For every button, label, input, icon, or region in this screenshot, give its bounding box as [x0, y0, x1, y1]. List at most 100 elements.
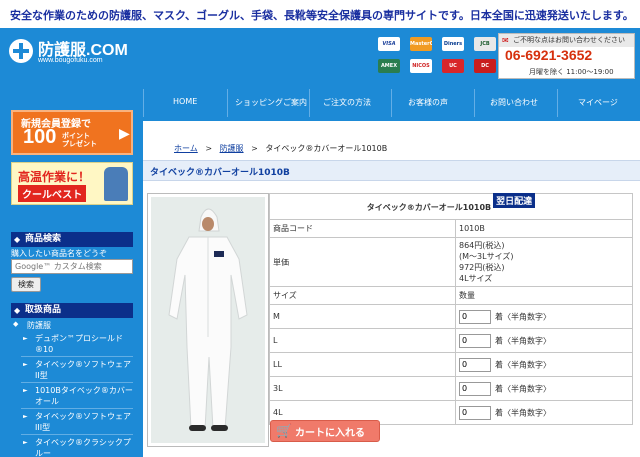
- size-header: サイズ: [269, 286, 456, 305]
- sidebar-item-proshield[interactable]: デュポン™プロシールド®10: [21, 333, 133, 357]
- qty-cell: 着〈半角数字〉: [455, 328, 633, 353]
- table-row: LL 着〈半角数字〉: [269, 352, 633, 377]
- contact-heading: ご不明な点はお問い合わせください: [499, 34, 634, 47]
- cool-banner-line2: クールベスト: [18, 185, 87, 202]
- breadcrumb-separator-icon: >: [205, 144, 213, 153]
- nav-mypage[interactable]: マイページ: [578, 97, 618, 108]
- site-header: 防護服.COM www.bougofuku.com VISA MasterCar…: [0, 28, 640, 85]
- quantity-input-3l[interactable]: [459, 381, 491, 396]
- sidebar-item-softwear-3[interactable]: タイベック®ソフトウェアIII型: [21, 411, 133, 435]
- member-banner-points: 100: [23, 126, 57, 148]
- table-row: 商品コード 1010B: [269, 219, 633, 238]
- nav-shopping-guide[interactable]: ショッピングご案内: [235, 97, 307, 108]
- search-heading: 商品検索: [11, 232, 133, 247]
- nicos-card-icon: NICOS: [410, 59, 432, 73]
- price-line: 864円(税込): [459, 241, 505, 250]
- nav-divider: [474, 89, 475, 117]
- product-photo-background: [151, 197, 265, 443]
- amex-card-icon: AMEX: [378, 59, 400, 73]
- nav-divider: [391, 89, 392, 117]
- product-code-label: 商品コード: [269, 219, 456, 238]
- play-arrow-icon: ▶: [119, 126, 130, 142]
- size-label: L: [269, 328, 456, 353]
- breadcrumb-category[interactable]: 防護服: [220, 144, 244, 153]
- product-table: タイベック®カバーオール1010B翌日配達 商品コード 1010B 単価 864…: [269, 193, 633, 425]
- qty-cell: 着〈半角数字〉: [455, 400, 633, 425]
- nav-divider: [143, 89, 144, 117]
- table-row: L 着〈半角数字〉: [269, 328, 633, 353]
- unit-note: 着〈半角数字〉: [495, 408, 551, 417]
- sidebar-item-softwear-2[interactable]: タイベック®ソフトウェアII型: [21, 359, 133, 383]
- products-heading: 取扱商品: [11, 303, 133, 318]
- payment-methods: VISA MasterCard Diners JCB AMEX NICOS UC…: [378, 37, 498, 79]
- contact-phone[interactable]: 06-6921-3652: [505, 47, 592, 63]
- size-label: M: [269, 304, 456, 329]
- breadcrumb: ホーム > 防護服 > タイベック®カバーオール1010B: [174, 143, 387, 154]
- unit-note: 着〈半角数字〉: [495, 336, 551, 345]
- add-to-cart-button[interactable]: 🛒 カートに入れる: [270, 420, 380, 442]
- coverall-worker-image: [168, 208, 248, 431]
- quantity-input-4l[interactable]: [459, 405, 491, 420]
- contact-box: ご不明な点はお問い合わせください 06-6921-3652 月曜を除く 11:0…: [498, 33, 635, 79]
- category-protective-suit[interactable]: 防護服: [11, 320, 51, 331]
- unit-note: 着〈半角数字〉: [495, 384, 551, 393]
- left-sidebar: 新規会員登録で 100 ポイント プレゼント ▶ 高温作業に！ クールベスト 商…: [0, 85, 143, 457]
- mastercard-icon: MasterCard: [410, 37, 432, 51]
- quantity-input-l[interactable]: [459, 333, 491, 348]
- cool-banner-line1: 高温作業に！: [18, 170, 91, 184]
- logo-cross-icon[interactable]: [9, 39, 33, 63]
- announcement-bar: 安全な作業のための防護服、マスク、ゴーグル、手袋、長靴等安全保護具の専門サイトで…: [0, 0, 640, 28]
- breadcrumb-separator-icon: >: [251, 144, 258, 153]
- size-label: 3L: [269, 376, 456, 401]
- breadcrumb-home[interactable]: ホーム: [174, 144, 198, 153]
- jcb-card-icon: JCB: [474, 37, 496, 51]
- sidebar-item-classic-plus[interactable]: タイベック®クラシックプ ルー: [21, 437, 133, 457]
- qty-header: 数量: [455, 286, 633, 305]
- price-cell: 864円(税込) (M～3Lサイズ) 972円(税込) 4Lサイズ: [455, 237, 633, 287]
- page-title: タイベック®カバーオール1010B: [150, 168, 290, 178]
- page-title-bar: タイベック®カバーオール1010B: [143, 160, 640, 181]
- main-nav: HOME ショッピングご案内 ご注文の方法 お客様の声 お問い合わせ マイページ: [143, 85, 640, 121]
- table-row: 単価 864円(税込) (M～3Lサイズ) 972円(税込) 4Lサイズ: [269, 237, 633, 287]
- price-line: 4Lサイズ: [459, 274, 493, 283]
- qty-cell: 着〈半角数字〉: [455, 304, 633, 329]
- qty-cell: 着〈半角数字〉: [455, 376, 633, 401]
- uc-card-icon: UC: [442, 59, 464, 73]
- visa-card-icon: VISA: [378, 37, 400, 51]
- qty-cell: 着〈半角数字〉: [455, 352, 633, 377]
- size-label: LL: [269, 352, 456, 377]
- dc-card-icon: DC: [474, 59, 496, 73]
- cool-vest-banner[interactable]: 高温作業に！ クールベスト: [11, 162, 133, 205]
- logo-url: www.bougofuku.com: [38, 57, 103, 64]
- table-row: 3L 着〈半角数字〉: [269, 376, 633, 401]
- member-signup-banner[interactable]: 新規会員登録で 100 ポイント プレゼント ▶: [11, 110, 133, 155]
- nav-divider: [557, 89, 558, 117]
- unit-note: 着〈半角数字〉: [495, 360, 551, 369]
- search-hint: 購入したい商品名をどうぞ: [11, 249, 107, 258]
- member-banner-line3: ポイント プレゼント: [62, 132, 97, 148]
- nav-customer-voice[interactable]: お客様の声: [408, 97, 448, 108]
- nav-order-method[interactable]: ご注文の方法: [323, 97, 371, 108]
- next-day-delivery-badge: 翌日配達: [493, 193, 536, 208]
- sidebar-item-1010b[interactable]: 1010Bタイベック®カバーオール: [21, 385, 133, 409]
- cool-vest-image: [104, 167, 128, 201]
- table-row: タイベック®カバーオール1010B翌日配達: [269, 193, 633, 220]
- price-line: (M～3Lサイズ): [459, 252, 514, 261]
- diners-card-icon: Diners: [442, 37, 464, 51]
- product-code-value: 1010B: [455, 219, 633, 238]
- table-row: サイズ 数量: [269, 286, 633, 305]
- price-label: 単価: [269, 237, 456, 287]
- search-button[interactable]: 検索: [11, 277, 41, 292]
- table-row: M 着〈半角数字〉: [269, 304, 633, 329]
- nav-contact[interactable]: お問い合わせ: [490, 97, 538, 108]
- quantity-input-ll[interactable]: [459, 357, 491, 372]
- nav-divider: [309, 89, 310, 117]
- search-input[interactable]: [11, 259, 133, 274]
- product-image: [147, 193, 269, 447]
- contact-hours: 月曜を除く 11:00～19:00: [529, 68, 614, 76]
- nav-home[interactable]: HOME: [173, 97, 197, 106]
- price-line: 972円(税込): [459, 263, 505, 272]
- unit-note: 着〈半角数字〉: [495, 312, 551, 321]
- product-name: タイベック®カバーオール1010B: [366, 203, 492, 212]
- quantity-input-m[interactable]: [459, 309, 491, 324]
